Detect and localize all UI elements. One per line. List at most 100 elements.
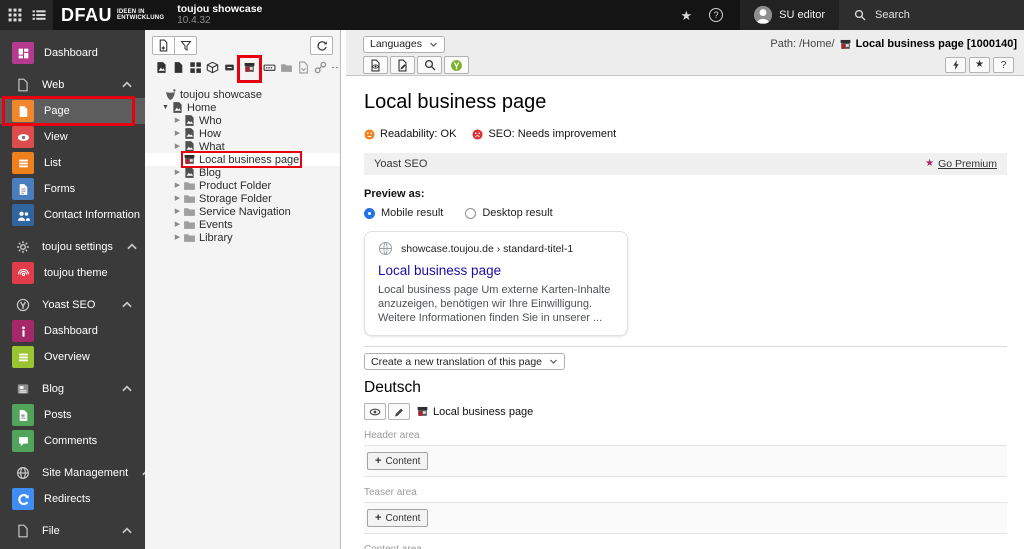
help-button[interactable]: ? (709, 8, 724, 22)
tree-toggle-icon[interactable]: ▼ (161, 103, 170, 112)
sidebar-item-contact-information[interactable]: Contact Information (0, 202, 145, 228)
favicon-globe-icon (378, 241, 393, 256)
view-language-button[interactable] (364, 403, 386, 420)
search-button[interactable] (417, 56, 442, 74)
chevron-down-icon (549, 357, 558, 366)
bookmarks-button[interactable]: ★ (680, 9, 692, 22)
tree-node-how[interactable]: ▶ How (145, 127, 340, 140)
tree-node-home[interactable]: ▼ Home (145, 101, 340, 114)
tree-toggle-icon[interactable]: ▶ (173, 220, 182, 229)
readability-badge: Readability: OK (364, 128, 456, 140)
sidebar-item-comments[interactable]: Comments (0, 428, 145, 454)
sidebar-section-file[interactable]: File (0, 518, 145, 544)
sidebar-item-label: Posts (44, 409, 72, 421)
languages-select[interactable]: Languages (363, 35, 445, 53)
yoast-seo-button[interactable] (444, 56, 469, 74)
tree-toggle-icon[interactable]: ▶ (173, 129, 182, 138)
link-icon (314, 61, 327, 74)
tree-node-what[interactable]: ▶ What (145, 140, 340, 153)
main-content: Languages Path: /Home/ Local business pa… (346, 30, 1024, 549)
go-premium-link[interactable]: ★ Go Premium (925, 158, 997, 170)
tree-node-service-navigation[interactable]: ▶ Service Navigation (145, 205, 340, 218)
content-areas: Header area + Content Teaser area + Content… (364, 430, 1007, 549)
page-arrow-drag-icon[interactable] (297, 61, 310, 77)
sidebar-section-toujou-settings[interactable]: toujou settings (0, 234, 145, 260)
tree-node-product-folder[interactable]: ▶ Product Folder (145, 179, 340, 192)
tree-node-toujou-showcase[interactable]: toujou showcase (145, 88, 340, 101)
mountain-icon (183, 127, 196, 140)
sidebar-item-redirects[interactable]: Redirects (0, 486, 145, 512)
edit-page-icon (396, 59, 409, 72)
new-page-button[interactable] (152, 36, 175, 55)
sidebar-item-list[interactable]: List (0, 150, 145, 176)
sidebar-item-toujou-theme[interactable]: toujou theme (0, 260, 145, 286)
sidebar-item-dashboard[interactable]: Dashboard (0, 40, 145, 66)
grid4-drag-icon[interactable] (189, 61, 202, 77)
tree-node-events[interactable]: ▶ Events (145, 218, 340, 231)
user-menu[interactable]: SU editor (740, 0, 839, 30)
sidebar-item-page[interactable]: Page (0, 96, 145, 126)
sidebar-section-site-management[interactable]: Site Management (0, 460, 145, 486)
sidebar-section-yoast-seo[interactable]: Yoast SEO (0, 292, 145, 318)
site-version: 10.4.32 (177, 15, 211, 26)
link-drag-icon[interactable] (314, 61, 327, 77)
sidebar-item-view[interactable]: View (0, 124, 145, 150)
shop-icon (183, 153, 196, 166)
tree-toggle-icon[interactable]: ▶ (173, 233, 182, 242)
textfield-drag-icon[interactable] (263, 61, 276, 77)
brand-logo[interactable]: DFAU IDEEN IN ENTWICKLUNG (61, 5, 164, 26)
add-content-button[interactable]: + Content (367, 452, 429, 470)
sidebar-section-label: Site Management (42, 467, 129, 479)
logo-tagline: IDEEN IN ENTWICKLUNG (117, 8, 165, 22)
textfield-icon (263, 61, 276, 74)
doc-icon (17, 105, 30, 118)
filter-button[interactable] (174, 36, 197, 55)
tree-node-who[interactable]: ▶ Who (145, 114, 340, 127)
sidebar-section-blog[interactable]: Blog (0, 376, 145, 402)
tree-toggle-icon[interactable]: ▶ (173, 116, 182, 125)
tree-toggle-icon[interactable]: ▶ (173, 181, 182, 190)
tree-node-local-business-page[interactable]: Local business page (145, 151, 340, 168)
folder-drag-icon[interactable] (280, 61, 293, 77)
spacer-drag-icon[interactable] (223, 61, 236, 77)
tree-toggle-icon[interactable]: ▶ (173, 168, 182, 177)
sidebar-item-overview[interactable]: Overview (0, 344, 145, 370)
shop-drag-icon[interactable] (237, 55, 262, 83)
add-content-button[interactable]: + Content (367, 509, 429, 527)
tree-node-library[interactable]: ▶ Library (145, 231, 340, 244)
create-translation-select[interactable]: Create a new translation of this page (364, 353, 566, 370)
radio-desktop-result[interactable]: Desktop result (465, 207, 553, 219)
chevron-up-icon (120, 382, 134, 396)
tree-node-storage-folder[interactable]: ▶ Storage Folder (145, 192, 340, 205)
tree-toggle-icon[interactable]: ▶ (173, 142, 182, 151)
edit-language-button[interactable] (388, 403, 410, 420)
tree-toggle-icon[interactable]: ▶ (173, 194, 182, 203)
tree-toggle-icon[interactable]: ▶ (173, 207, 182, 216)
pagetree-toggle-button[interactable] (28, 4, 49, 26)
bookmark-page-button[interactable]: ★ (969, 57, 990, 73)
cube-drag-icon[interactable] (206, 61, 219, 77)
context-help-button[interactable]: ? (993, 57, 1014, 73)
sidebar-item-forms[interactable]: Forms (0, 176, 145, 202)
sidebar-item-posts[interactable]: Posts (0, 402, 145, 428)
mountain-icon (183, 166, 196, 179)
search-label: Search (875, 9, 910, 21)
tree-node-box: Home (170, 101, 216, 114)
view-webpage-button[interactable] (363, 56, 388, 74)
page-mountain-drag-icon[interactable] (155, 61, 168, 77)
sidebar-item-dashboard[interactable]: Dashboard (0, 318, 145, 344)
topbar-search[interactable]: Search (839, 0, 1024, 30)
refresh-tree-button[interactable] (310, 36, 333, 55)
doc-outline-icon (16, 524, 30, 538)
modules-toggle-button[interactable] (4, 4, 25, 26)
folder-icon (280, 61, 293, 74)
edit-page-properties-button[interactable] (390, 56, 415, 74)
clear-cache-button[interactable] (945, 57, 966, 73)
tree-node-blog[interactable]: ▶ Blog (145, 166, 340, 179)
radio-mobile-result[interactable]: Mobile result (364, 207, 443, 219)
divider-drag-icon[interactable] (331, 61, 340, 77)
sidebar-section-web[interactable]: Web (0, 72, 145, 98)
sidebar-item-label: Forms (44, 183, 76, 195)
page-module-content: Local business page Readability: OK SEO:… (346, 76, 1024, 549)
page-blank-drag-icon[interactable] (172, 61, 185, 77)
